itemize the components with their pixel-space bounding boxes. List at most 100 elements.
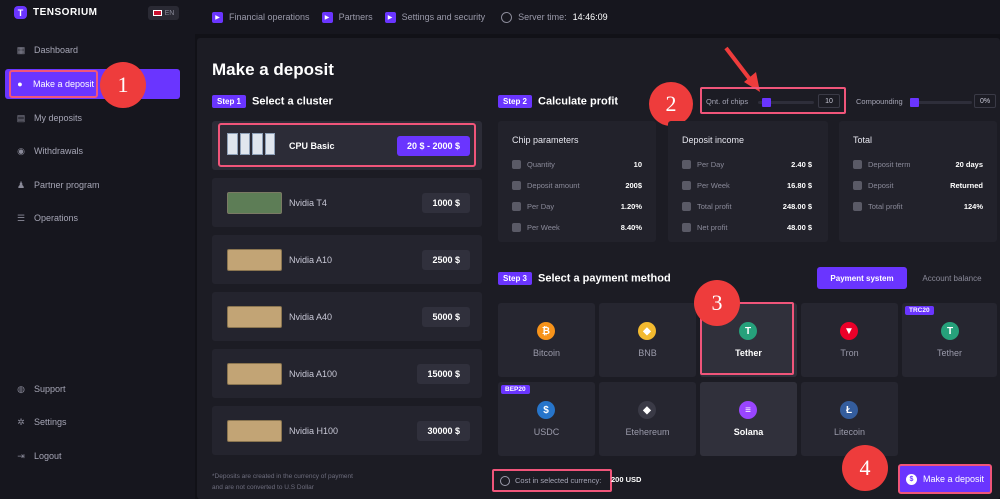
income-label: Per Day (697, 159, 725, 169)
logo[interactable]: T TENSORIUM (14, 6, 98, 19)
param-value: 200$ (625, 180, 642, 190)
money-icon (682, 222, 691, 232)
cluster-nvidia-h100[interactable]: Nvidia H100 30000 $ (212, 406, 482, 455)
users-icon: ♟ (16, 180, 26, 190)
cluster-price: 1000 $ (422, 192, 470, 213)
top-link-settings-security[interactable]: ▶ Settings and security (384, 11, 485, 23)
payment-usdc-bep20[interactable]: BEP20 $ USDC (498, 382, 595, 456)
sidebar-item-settings[interactable]: ✲ Settings (0, 412, 195, 432)
gpu-card-icon (227, 362, 282, 385)
app-name: TENSORIUM (33, 7, 98, 18)
param-value: 1.20% (620, 201, 642, 211)
income-row: Per Day 2.40 $ (682, 158, 812, 170)
sidebar-item-my-deposits[interactable]: ▤ My deposits (0, 108, 195, 128)
bnb-icon: ◆ (638, 322, 656, 340)
dashboard-icon: ▦ (16, 45, 26, 55)
usdc-icon: $ (537, 401, 555, 419)
step1-title: Select a cluster (252, 95, 333, 108)
compounding-slider[interactable] (912, 101, 972, 104)
total-row: Total profit 124% (853, 200, 983, 212)
play-icon: ▶ (384, 11, 396, 23)
param-row: Quantity 10 (512, 158, 642, 170)
panel-title: Total (853, 135, 873, 145)
language-switch[interactable]: EN (148, 6, 179, 20)
cluster-name: Nvidia A10 (289, 254, 333, 265)
income-row: Total profit 248.00 $ (682, 200, 812, 212)
sidebar-item-logout[interactable]: ⇥ Logout (0, 446, 195, 466)
payment-tabs: Payment system Account balance (817, 267, 997, 289)
highlight-make-deposit (9, 70, 98, 98)
compounding-slider-handle[interactable] (910, 98, 919, 107)
sidebar-item-label: My deposits (34, 113, 83, 123)
total-value: 124% (963, 201, 983, 211)
page-title: Make a deposit (212, 60, 334, 79)
coins-icon (500, 475, 510, 486)
server-time: Server time: 14:46:09 (501, 11, 608, 23)
cluster-nvidia-a100[interactable]: Nvidia A100 15000 $ (212, 349, 482, 398)
cluster-name: Nvidia H100 (289, 425, 339, 436)
tab-payment-system[interactable]: Payment system (817, 267, 907, 289)
param-value: 10 (633, 159, 642, 169)
top-link-financial-operations[interactable]: ▶ Financial operations (212, 11, 310, 23)
payment-solana[interactable]: ≡ Solana (700, 382, 797, 456)
cluster-nvidia-t4[interactable]: Nvidia T4 1000 $ (212, 178, 482, 227)
total-row: Deposit Returned (853, 179, 983, 191)
payment-label: Solana (733, 427, 764, 437)
tensorium-logo-icon: T (14, 6, 27, 19)
cluster-price: 30000 $ (417, 420, 470, 441)
param-row: Per Week 8.40% (512, 221, 642, 233)
sidebar-item-label: Dashboard (34, 45, 79, 55)
total-label: Deposit term (868, 159, 911, 169)
param-row: Per Day 1.20% (512, 200, 642, 212)
network-badge: TRC20 (905, 306, 934, 315)
tab-account-balance[interactable]: Account balance (907, 267, 997, 289)
sidebar-item-label: Logout (34, 451, 62, 461)
payment-tron[interactable]: ▼ Tron (801, 303, 898, 377)
sidebar-item-support[interactable]: ◍ Support (0, 379, 195, 399)
payment-label: Tron (840, 348, 859, 358)
payment-tether-trc20[interactable]: TRC20 T Tether (902, 303, 997, 377)
param-label: Per Week (527, 222, 560, 232)
list-icon: ☰ (16, 213, 26, 223)
total-panel: Total Deposit term 20 days Deposit Returne… (839, 121, 997, 242)
gpu-card-icon (227, 305, 282, 328)
make-deposit-button[interactable]: $ Make a deposit (898, 464, 992, 494)
chip-icon (512, 159, 521, 169)
total-value: Returned (950, 180, 983, 190)
wallet-icon: ▤ (16, 113, 26, 123)
sidebar-item-partner-program[interactable]: ♟ Partner program (0, 175, 195, 195)
sidebar-item-operations[interactable]: ☰ Operations (0, 208, 195, 228)
payment-litecoin[interactable]: Ł Litecoin (801, 382, 898, 456)
calendar-icon (512, 201, 521, 211)
annotation-marker-1: 1 (100, 62, 146, 108)
ethereum-icon: ◆ (638, 401, 656, 419)
payment-label: BNB (638, 348, 657, 358)
step2-title: Calculate profit (538, 95, 619, 108)
sidebar-item-withdrawals[interactable]: ◉ Withdrawals (0, 141, 195, 161)
payment-bitcoin[interactable]: ₿ Bitcoin (498, 303, 595, 377)
panel-title: Deposit income (682, 135, 745, 145)
payment-label: Etehereum (625, 427, 670, 437)
step3-title: Select a payment method (538, 272, 671, 285)
gpu-card-icon (227, 191, 282, 214)
calendar-icon (512, 222, 521, 232)
cost-value: 200 USD (611, 475, 642, 484)
income-label: Total profit (697, 201, 732, 211)
total-label: Total profit (868, 201, 903, 211)
cluster-nvidia-a40[interactable]: Nvidia A40 5000 $ (212, 292, 482, 341)
tether-icon: T (941, 322, 959, 340)
cluster-price: 15000 $ (417, 363, 470, 384)
total-label: Deposit (868, 180, 894, 190)
sidebar-item-dashboard[interactable]: ▦ Dashboard (0, 40, 195, 60)
top-link-partners[interactable]: ▶ Partners (321, 11, 373, 23)
network-badge: BEP20 (501, 385, 530, 394)
cost-in-currency: Cost in selected currency: (492, 469, 612, 492)
payment-ethereum[interactable]: ◆ Etehereum (599, 382, 696, 456)
income-value: 248.00 $ (782, 201, 812, 211)
calendar-icon (853, 159, 862, 169)
payment-bnb[interactable]: ◆ BNB (599, 303, 696, 377)
sidebar-item-label: Operations (34, 213, 79, 223)
footnote-line-2: and are not converted to U.S Dollar (212, 484, 314, 491)
compounding-value[interactable]: 0% (974, 94, 996, 108)
cluster-nvidia-a10[interactable]: Nvidia A10 2500 $ (212, 235, 482, 284)
